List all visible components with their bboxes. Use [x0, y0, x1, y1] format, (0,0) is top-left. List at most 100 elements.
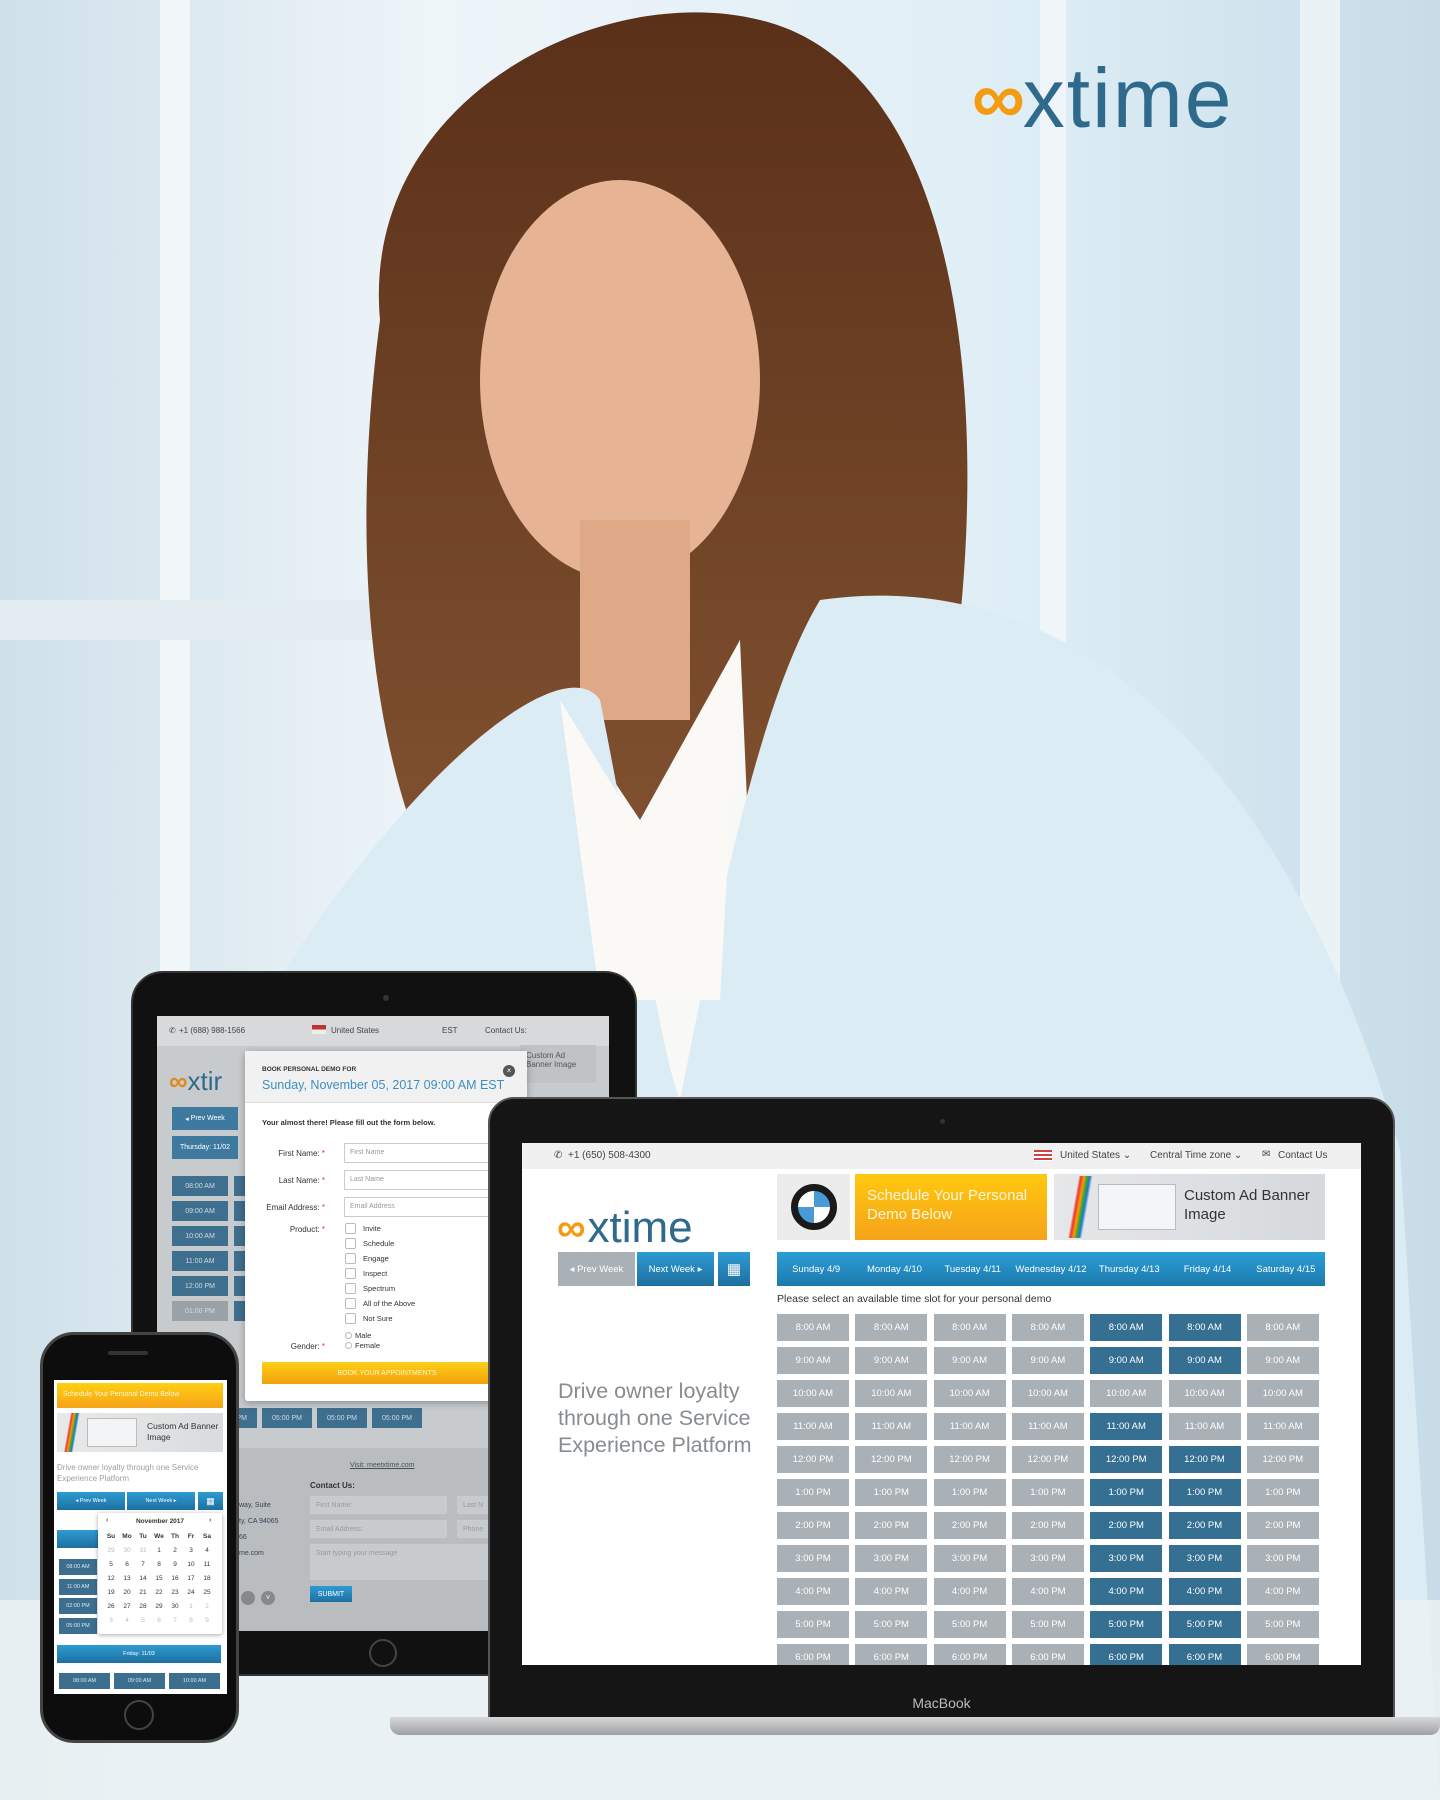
calendar-day[interactable]: 15 [151, 1571, 167, 1585]
calendar-day[interactable]: 5 [103, 1557, 119, 1571]
time-slot[interactable]: 10:00 AM [933, 1380, 1006, 1407]
time-slot[interactable]: 6:00 PM [933, 1644, 1006, 1665]
calendar-day[interactable]: 6 [151, 1613, 167, 1627]
calendar-day[interactable]: 3 [103, 1613, 119, 1627]
calendar-day[interactable]: 2 [167, 1543, 183, 1557]
calendar-day[interactable]: 3 [183, 1543, 199, 1557]
calendar-day[interactable]: 23 [167, 1585, 183, 1599]
product-checkbox[interactable] [345, 1253, 356, 1264]
time-slot[interactable]: 2:00 PM [1246, 1512, 1319, 1539]
time-slot[interactable]: 1:00 PM [855, 1479, 928, 1506]
time-slot[interactable]: 12:00 PM [933, 1446, 1006, 1473]
time-slot[interactable]: 09:00 AM [114, 1673, 165, 1689]
next-month-icon[interactable]: › [209, 1517, 211, 1524]
calendar-day[interactable]: 6 [119, 1557, 135, 1571]
time-slot[interactable]: 11:00 AM [1168, 1413, 1241, 1440]
next-week-button[interactable]: Next Week ▸ [127, 1492, 195, 1510]
time-slot[interactable]: 3:00 PM [1246, 1545, 1319, 1572]
prev-week-button[interactable]: ◂ Prev Week [172, 1107, 238, 1130]
calendar-day[interactable]: 24 [183, 1585, 199, 1599]
header-phone[interactable]: +1 (650) 508-4300 [568, 1150, 651, 1161]
time-slot[interactable]: 01:00 PM [172, 1301, 228, 1321]
time-slot[interactable]: 05:00 PM [262, 1408, 312, 1428]
calendar-day[interactable]: 13 [119, 1571, 135, 1585]
time-slot[interactable]: 9:00 AM [933, 1347, 1006, 1374]
time-slot[interactable]: 8:00 AM [1246, 1314, 1319, 1341]
time-slot[interactable]: 9:00 AM [1246, 1347, 1319, 1374]
calendar-day[interactable]: 20 [119, 1585, 135, 1599]
time-slot[interactable]: 11:00 AM [172, 1251, 228, 1271]
calendar-day[interactable]: 28 [135, 1599, 151, 1613]
calendar-day[interactable]: 5 [135, 1613, 151, 1627]
prev-week-button[interactable]: ◂ Prev Week [57, 1492, 125, 1510]
product-checkbox[interactable] [345, 1283, 356, 1294]
time-slot[interactable]: 05:00 PM [59, 1617, 97, 1634]
contact-first-name-input[interactable]: First Name: [310, 1496, 447, 1514]
calendar-day[interactable]: 29 [103, 1543, 119, 1557]
time-slot[interactable]: 9:00 AM [1168, 1347, 1241, 1374]
time-slot[interactable]: 4:00 PM [1090, 1578, 1163, 1605]
time-slot[interactable]: 8:00 AM [933, 1314, 1006, 1341]
time-slot[interactable]: 11:00 AM [1090, 1413, 1163, 1440]
home-button[interactable] [369, 1639, 397, 1667]
calendar-icon[interactable]: ▦ [198, 1492, 223, 1510]
product-checkbox[interactable] [345, 1268, 356, 1279]
calendar-day[interactable]: 1 [151, 1543, 167, 1557]
gender-radio[interactable] [345, 1332, 352, 1339]
time-slot[interactable]: 1:00 PM [777, 1479, 849, 1506]
time-slot[interactable]: 5:00 PM [1090, 1611, 1163, 1638]
time-slot[interactable]: 12:00 PM [1090, 1446, 1163, 1473]
time-slot[interactable]: 1:00 PM [1168, 1479, 1241, 1506]
time-slot[interactable]: 2:00 PM [855, 1512, 928, 1539]
time-slot[interactable]: 1:00 PM [933, 1479, 1006, 1506]
time-slot[interactable]: 8:00 AM [1011, 1314, 1084, 1341]
time-slot[interactable]: 5:00 PM [1246, 1611, 1319, 1638]
time-slot[interactable]: 10:00 AM [1090, 1380, 1163, 1407]
calendar-day[interactable]: 26 [103, 1599, 119, 1613]
time-slot[interactable]: 1:00 PM [1090, 1479, 1163, 1506]
contact-email-input[interactable]: Email Address: [310, 1520, 447, 1538]
calendar-icon[interactable]: ▦ [718, 1252, 750, 1286]
time-slot[interactable]: 2:00 PM [777, 1512, 849, 1539]
time-slot[interactable]: 10:00 AM [777, 1380, 849, 1407]
time-slot[interactable]: 5:00 PM [1168, 1611, 1241, 1638]
calendar-day[interactable]: 30 [119, 1543, 135, 1557]
time-slot[interactable]: 05:00 PM [317, 1408, 367, 1428]
calendar-day[interactable]: 19 [103, 1585, 119, 1599]
calendar-day[interactable]: 4 [199, 1543, 215, 1557]
calendar-day[interactable]: 1 [183, 1599, 199, 1613]
time-slot[interactable]: 4:00 PM [1246, 1578, 1319, 1605]
time-slot[interactable]: 12:00 PM [1168, 1446, 1241, 1473]
time-slot[interactable]: 6:00 PM [1246, 1644, 1319, 1665]
time-slot[interactable]: 05:00 PM [372, 1408, 422, 1428]
time-slot[interactable]: 1:00 PM [1011, 1479, 1084, 1506]
time-slot[interactable]: 2:00 PM [1090, 1512, 1163, 1539]
time-slot[interactable]: 8:00 AM [1168, 1314, 1241, 1341]
timezone-select[interactable]: EST [442, 1026, 458, 1035]
prev-week-button[interactable]: ◂ Prev Week [558, 1252, 635, 1286]
time-slot[interactable]: 11:00 AM [933, 1413, 1006, 1440]
time-slot[interactable]: 6:00 PM [855, 1644, 928, 1665]
time-slot[interactable]: 08:00 AM [59, 1559, 97, 1575]
contact-link[interactable]: Contact Us [1278, 1150, 1327, 1161]
time-slot[interactable]: 08:00 AM [172, 1176, 228, 1196]
time-slot[interactable]: 6:00 PM [1011, 1644, 1084, 1665]
visit-link[interactable]: Visit: meetxtime.com [350, 1462, 414, 1469]
time-slot[interactable]: 3:00 PM [933, 1545, 1006, 1572]
calendar-day[interactable]: 8 [183, 1613, 199, 1627]
time-slot[interactable]: 10:00 AM [855, 1380, 928, 1407]
calendar-day[interactable]: 8 [151, 1557, 167, 1571]
calendar-day[interactable]: 27 [119, 1599, 135, 1613]
calendar-day[interactable]: 17 [183, 1571, 199, 1585]
time-slot[interactable]: 9:00 AM [1011, 1347, 1084, 1374]
timezone-select[interactable]: Central Time zone ⌄ [1150, 1150, 1242, 1161]
time-slot[interactable]: 9:00 AM [855, 1347, 928, 1374]
time-slot[interactable]: 12:00 PM [1246, 1446, 1319, 1473]
time-slot[interactable]: 3:00 PM [777, 1545, 849, 1572]
calendar-day[interactable]: 7 [167, 1613, 183, 1627]
header-phone[interactable]: +1 (688) 988-1566 [179, 1026, 245, 1035]
time-slot[interactable]: 3:00 PM [1168, 1545, 1241, 1572]
calendar-day[interactable]: 16 [167, 1571, 183, 1585]
time-slot[interactable]: 12:00 PM [855, 1446, 928, 1473]
time-slot[interactable]: 4:00 PM [855, 1578, 928, 1605]
